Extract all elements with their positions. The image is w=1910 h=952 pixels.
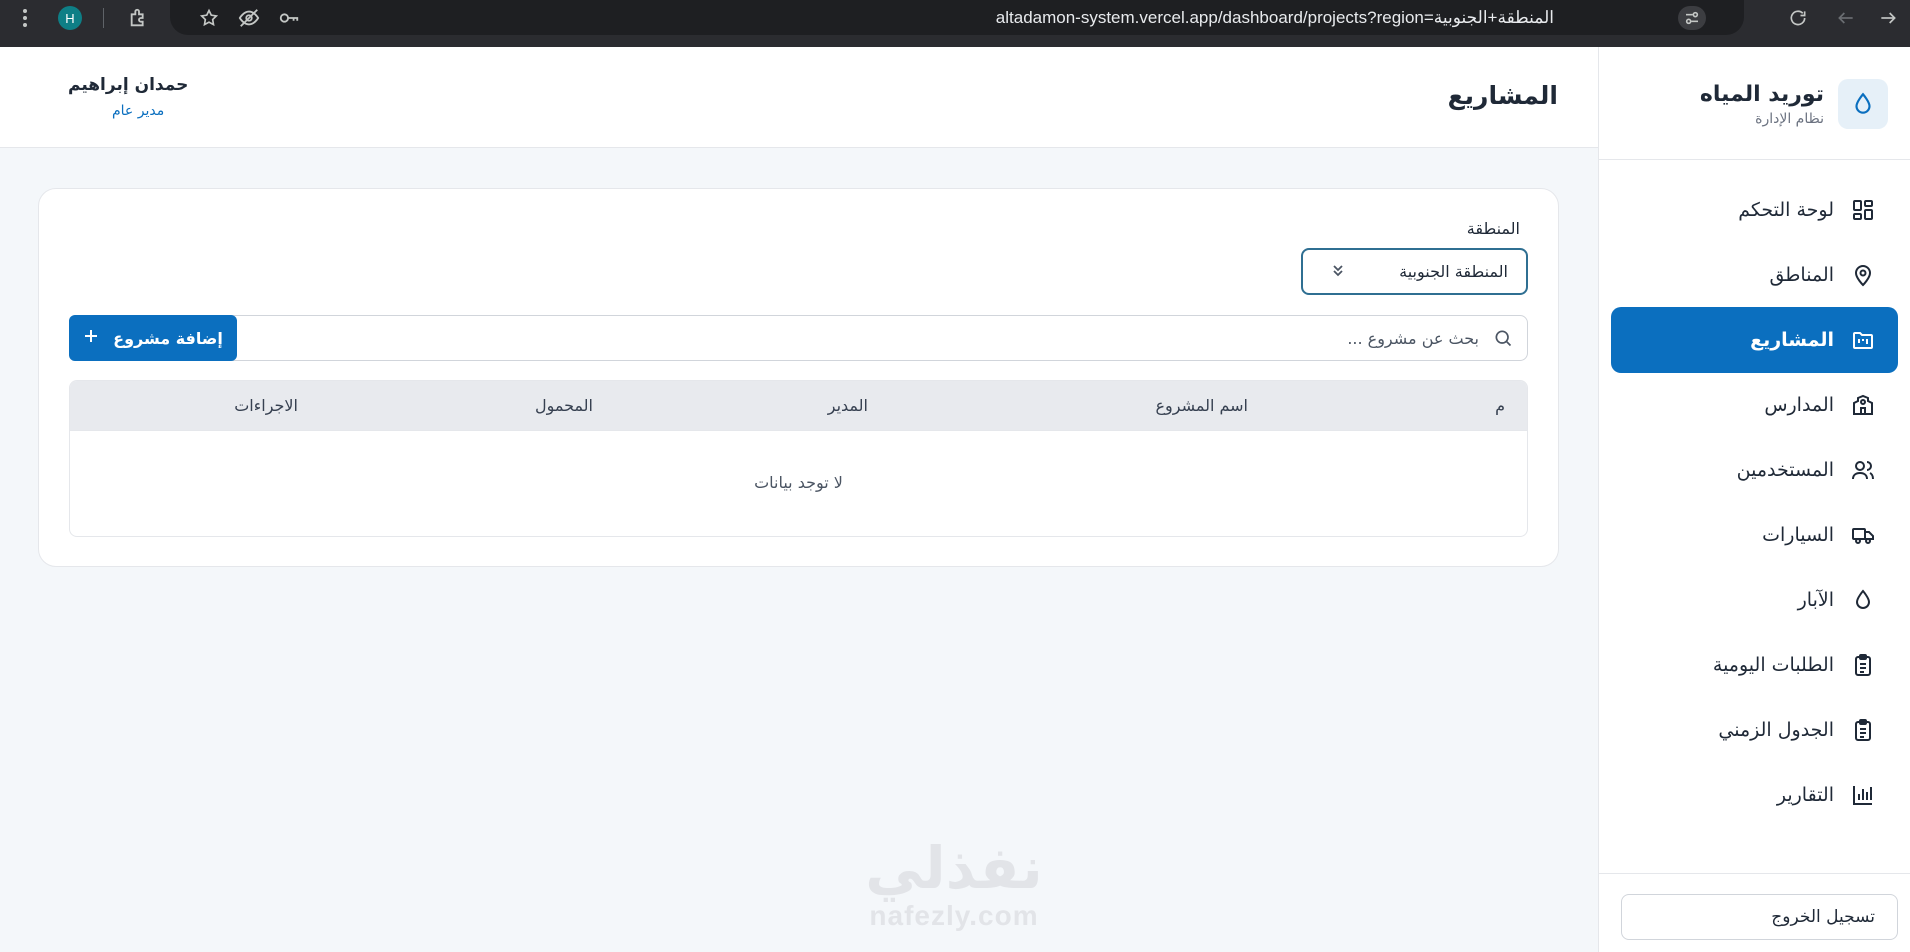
search-icon (1493, 328, 1513, 348)
users-icon (1850, 457, 1876, 483)
chevrons-up-down-icon (1331, 262, 1345, 282)
school-icon (1850, 392, 1876, 418)
bar-chart-icon (1850, 782, 1876, 808)
sidebar-item-schools[interactable]: المدارس (1611, 372, 1898, 438)
site-settings-icon[interactable] (1678, 6, 1706, 30)
sidebar-nav: لوحة التحكم المناطق المشاريع المدارس الم… (1611, 177, 1898, 827)
empty-state-message: لا توجد بيانات (754, 473, 843, 492)
sidebar-item-users[interactable]: المستخدمين (1611, 437, 1898, 503)
sidebar-divider (1599, 159, 1910, 160)
sidebar-item-label: المدارس (1764, 394, 1834, 416)
column-header-actions: الاجراءات (234, 396, 298, 415)
sidebar-item-schedule[interactable]: الجدول الزمني (1611, 697, 1898, 763)
brand-subtitle: نظام الإدارة (1755, 110, 1824, 127)
extensions-icon[interactable] (127, 6, 151, 30)
page-title: المشاريع (1447, 81, 1558, 110)
sidebar-item-daily-orders[interactable]: الطلبات اليومية (1611, 632, 1898, 698)
region-select[interactable]: المنطقة الجنوبية (1301, 248, 1528, 295)
region-select-value: المنطقة الجنوبية (1399, 262, 1508, 281)
logout-button[interactable]: تسجيل الخروج (1621, 894, 1898, 940)
sidebar-item-reports[interactable]: التقارير (1611, 762, 1898, 828)
map-pin-icon (1850, 262, 1876, 288)
key-icon[interactable] (277, 6, 301, 30)
clipboard-list-icon (1850, 717, 1876, 743)
address-bar[interactable]: altadamon-system.vercel.app/dashboard/pr… (170, 0, 1744, 35)
sidebar-item-vehicles[interactable]: السيارات (1611, 502, 1898, 568)
sidebar: توريد المياه نظام الإدارة لوحة التحكم ال… (1598, 47, 1910, 952)
projects-table: م اسم المشروع المدير المحمول الاجراءات ل… (69, 380, 1528, 537)
sidebar-item-label: الآبار (1797, 589, 1834, 611)
sidebar-item-label: الطلبات اليومية (1712, 654, 1834, 676)
search-input[interactable] (179, 326, 1479, 350)
toolbar-divider (103, 8, 104, 28)
user-name: حمدان إبراهيم (68, 75, 189, 95)
sidebar-item-label: المشاريع (1750, 329, 1834, 351)
watermark-latin: nafezly.com (869, 900, 1039, 931)
column-header-index: م (1495, 396, 1505, 415)
column-header-project-name: اسم المشروع (1155, 396, 1248, 415)
star-icon[interactable] (197, 6, 221, 30)
watermark-arabic: نفذلي (865, 834, 1043, 902)
projects-card: المنطقة المنطقة الجنوبية إضافة مشروع م ا… (38, 188, 1559, 567)
forward-arrow-icon[interactable] (1876, 6, 1900, 30)
url-text[interactable]: altadamon-system.vercel.app/dashboard/pr… (996, 8, 1554, 28)
watermark: نفذلي nafezly.com (846, 836, 1062, 932)
sidebar-item-label: الجدول الزمني (1718, 719, 1834, 741)
column-header-manager: المدير (827, 396, 868, 415)
sidebar-item-label: المستخدمين (1736, 459, 1834, 481)
brand-title: توريد المياه (1699, 81, 1824, 107)
folder-kanban-icon (1850, 327, 1876, 353)
profile-avatar[interactable]: H (58, 6, 82, 30)
table-header: م اسم المشروع المدير المحمول الاجراءات (70, 381, 1527, 431)
add-project-button[interactable]: إضافة مشروع (69, 315, 237, 361)
column-header-mobile: المحمول (534, 396, 593, 415)
clipboard-icon (1850, 652, 1876, 678)
add-project-label: إضافة مشروع (113, 328, 223, 348)
sidebar-item-regions[interactable]: المناطق (1611, 242, 1898, 308)
plus-icon (83, 328, 99, 348)
brand: توريد المياه نظام الإدارة (1700, 79, 1888, 129)
eye-off-icon[interactable] (237, 6, 261, 30)
sidebar-divider (1599, 873, 1910, 874)
sidebar-item-projects[interactable]: المشاريع (1611, 307, 1898, 373)
browser-toolbar: H altadamon-system.vercel.app/dashboard/… (0, 0, 1910, 47)
sidebar-item-label: لوحة التحكم (1738, 199, 1834, 221)
sidebar-item-wells[interactable]: الآبار (1611, 567, 1898, 633)
sidebar-item-label: السيارات (1762, 524, 1834, 546)
dashboard-icon (1850, 197, 1876, 223)
reload-icon[interactable] (1786, 6, 1810, 30)
page-header: المشاريع حمدان إبراهيم مدير عام (0, 47, 1598, 148)
truck-icon (1850, 522, 1876, 548)
kebab-menu-icon[interactable] (13, 6, 37, 30)
search-box[interactable] (69, 315, 1528, 361)
sidebar-item-label: التقارير (1776, 784, 1834, 806)
sidebar-item-dashboard[interactable]: لوحة التحكم (1611, 177, 1898, 243)
droplet-icon (1850, 587, 1876, 613)
region-label: المنطقة (1466, 219, 1520, 238)
user-role: مدير عام (112, 103, 165, 119)
droplet-logo-icon (1838, 79, 1888, 129)
back-arrow-icon[interactable] (1834, 6, 1858, 30)
sidebar-item-label: المناطق (1769, 264, 1834, 286)
